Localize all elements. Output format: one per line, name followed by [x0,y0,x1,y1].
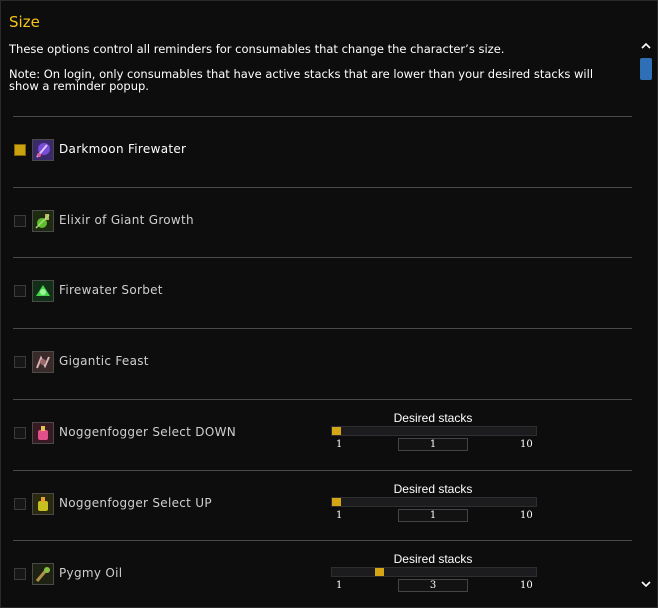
sorbet-icon [32,280,54,302]
slider-thumb[interactable] [332,498,341,506]
consumable-row: Elixir of Giant Growth [1,186,641,257]
enable-checkbox[interactable] [14,215,26,227]
giant-growth-elixir-icon [32,210,54,232]
enable-checkbox[interactable] [14,144,26,156]
enable-checkbox[interactable] [14,568,26,580]
enable-checkbox[interactable] [14,285,26,297]
slider-track[interactable] [331,426,537,436]
options-panel: Size These options control all reminders… [0,0,658,608]
slider-label: Desired stacks [393,411,473,425]
slider-track[interactable] [331,497,537,507]
consumable-row: Noggenfogger Select DOWN Desired stacks 1 1… [1,398,641,469]
noggenfogger-up-icon [32,493,54,515]
pygmy-oil-icon [32,563,54,585]
slider-min-label: 1 [336,580,343,591]
consumable-name: Firewater Sorbet [59,283,163,297]
feast-icon [32,351,54,373]
consumable-name: Noggenfogger Select DOWN [59,425,237,439]
noggenfogger-down-icon [32,422,54,444]
enable-checkbox[interactable] [14,498,26,510]
panel-note: Note: On login, only consumables that ha… [9,67,594,93]
consumable-row: Pygmy Oil Desired stacks 1 3 10 [1,539,641,607]
slider-thumb[interactable] [375,568,385,576]
scrollbar[interactable] [638,41,654,597]
slider-max-label: 10 [520,439,533,450]
panel-description: These options control all reminders for … [9,42,505,56]
consumable-row: Darkmoon Firewater [1,115,641,186]
consumable-name: Noggenfogger Select UP [59,496,212,510]
chevron-up-icon[interactable] [640,41,652,51]
scroll-thumb[interactable] [640,58,652,80]
stacks-value-input[interactable]: 3 [398,579,468,592]
consumable-row: Gigantic Feast [1,327,641,398]
consumable-row: Firewater Sorbet [1,256,641,327]
consumable-name: Gigantic Feast [59,354,149,368]
stacks-value-input[interactable]: 1 [398,509,468,522]
slider-label: Desired stacks [393,552,473,566]
slider-min-label: 1 [336,439,343,450]
enable-checkbox[interactable] [14,356,26,368]
slider-label: Desired stacks [393,482,473,496]
consumable-name: Pygmy Oil [59,566,123,580]
chevron-down-icon[interactable] [640,579,652,589]
slider-min-label: 1 [336,510,343,521]
slider-track[interactable] [331,567,537,577]
firewater-bottle-icon [32,139,54,161]
consumable-row: Noggenfogger Select UP Desired stacks 1 1 10 [1,469,641,540]
stacks-value-input[interactable]: 1 [398,438,468,451]
consumable-name: Elixir of Giant Growth [59,213,194,227]
slider-max-label: 10 [520,580,533,591]
slider-max-label: 10 [520,510,533,521]
consumable-name: Darkmoon Firewater [59,142,187,156]
panel-title: Size [9,13,40,31]
enable-checkbox[interactable] [14,427,26,439]
slider-thumb[interactable] [332,427,341,435]
